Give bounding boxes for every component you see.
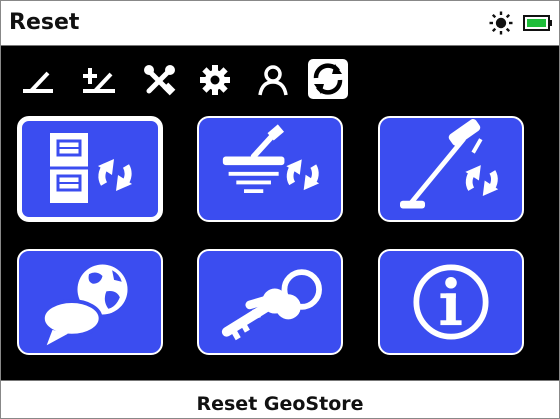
gear-icon — [200, 65, 230, 95]
settings-tab[interactable] — [195, 59, 235, 99]
ground-balance-icon — [83, 68, 115, 93]
language-globe-icon — [40, 264, 128, 346]
ground-tab[interactable] — [79, 59, 119, 99]
tools-icon — [144, 65, 176, 96]
tools-tab[interactable] — [139, 59, 179, 99]
page-title: Reset — [9, 10, 80, 35]
header-bar: Reset — [1, 1, 559, 46]
selection-label-bar: Reset GeoStore — [1, 380, 559, 418]
keys-icon — [221, 269, 322, 341]
user-icon — [258, 65, 288, 96]
coil-reset-icon — [222, 124, 320, 194]
info-icon — [413, 264, 489, 340]
device-screen: Reset Reset GeoStore — [0, 0, 560, 419]
reset-tab[interactable] — [308, 59, 348, 99]
selected-item-label: Reset GeoStore — [196, 393, 364, 415]
user-tab[interactable] — [253, 59, 293, 99]
reset-icon — [313, 63, 343, 95]
language-tile[interactable] — [17, 249, 163, 355]
geostore-reset-icon — [50, 133, 132, 203]
battery-icon — [523, 15, 552, 31]
detect-icon — [23, 71, 53, 93]
reset-detector-tile[interactable] — [378, 116, 524, 222]
sun-icon — [489, 11, 513, 35]
reset-coil-tile[interactable] — [197, 116, 343, 222]
reset-geostore-tile[interactable] — [17, 116, 163, 222]
detector-reset-icon — [400, 119, 499, 209]
detect-tab[interactable] — [17, 59, 57, 99]
keys-tile[interactable] — [197, 249, 343, 355]
info-tile[interactable] — [378, 249, 524, 355]
